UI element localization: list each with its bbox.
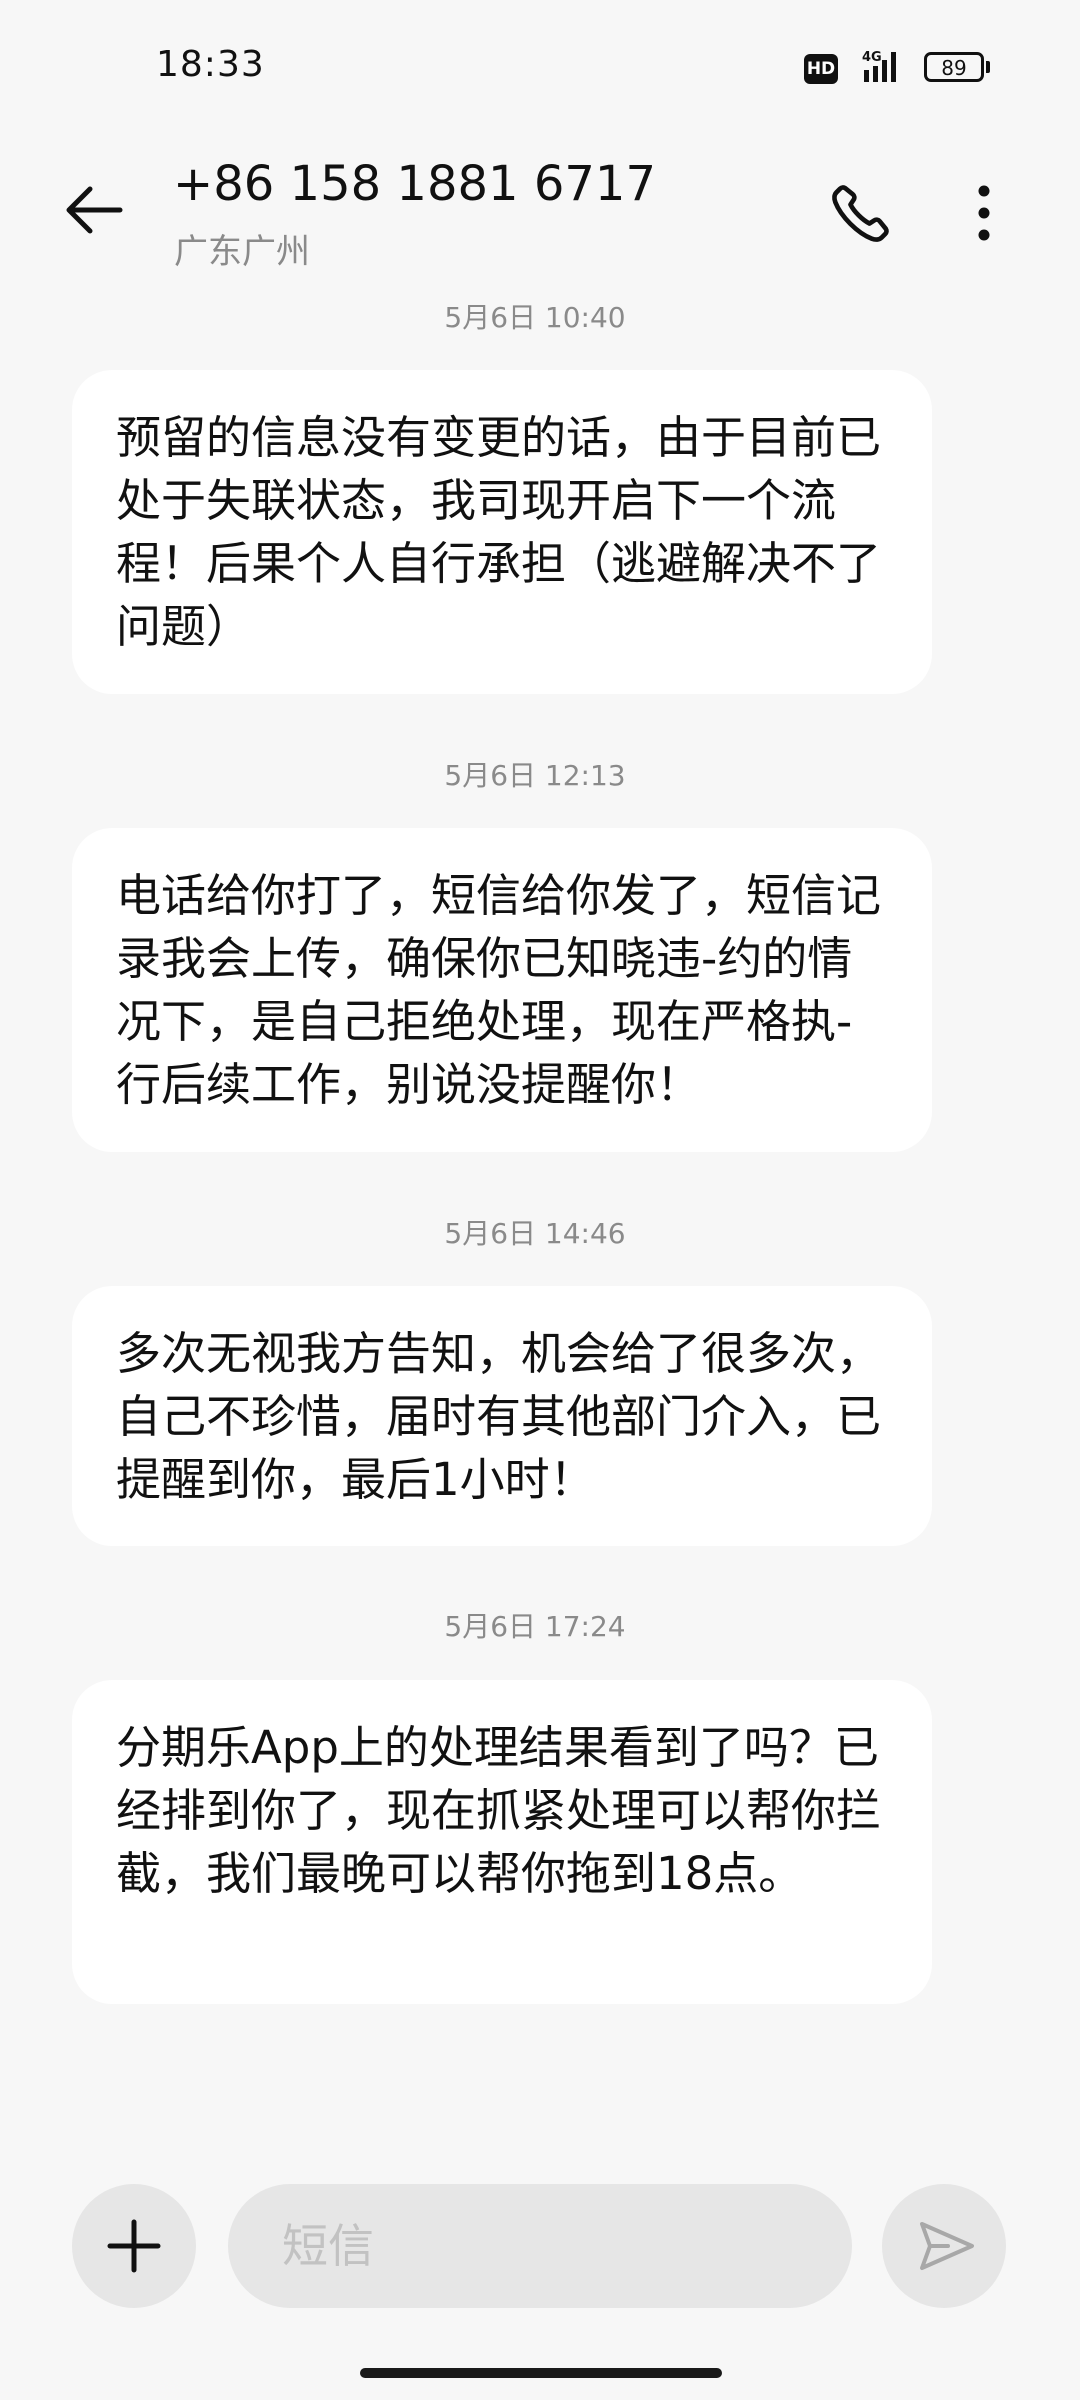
message-timestamp: 5月6日 10:40	[444, 301, 626, 334]
more-vertical-icon	[978, 185, 990, 241]
more-options-button[interactable]	[960, 178, 1008, 248]
message-bubble[interactable]: 预留的信息没有变更的话，由于目前已处于失联状态，我司现开启下一个流程！后果个人自…	[72, 370, 932, 694]
back-button[interactable]	[60, 180, 130, 240]
status-bar: 18:33 HD 4G 89	[0, 0, 1080, 120]
contact-location: 广东广州	[174, 232, 310, 272]
hd-badge: HD	[804, 54, 838, 84]
signal-icon: 4G	[862, 50, 896, 82]
message-bubble[interactable]: 电话给你打了，短信给你发了，短信记录我会上传，确保你已知晓违-约的情况下，是自己…	[72, 828, 932, 1152]
send-icon	[920, 2222, 974, 2270]
plus-icon	[107, 2219, 161, 2273]
call-button[interactable]	[826, 178, 896, 248]
contact-number: +86 158 1881 6717	[173, 156, 656, 212]
battery-nub	[986, 61, 990, 73]
arrow-left-icon	[66, 186, 123, 234]
message-bubble[interactable]: 分期乐App上的处理结果看到了吗？已经排到你了，现在抓紧处理可以帮你拦截，我们最…	[72, 1680, 932, 2004]
message-timestamp: 5月6日 17:24	[444, 1610, 626, 1643]
phone-icon	[832, 185, 889, 242]
add-attachment-button[interactable]	[72, 2184, 196, 2308]
home-indicator[interactable]	[360, 2368, 722, 2378]
message-bubble[interactable]: 多次无视我方告知，机会给了很多次，自己不珍惜，届时有其他部门介入，已提醒到你，最…	[72, 1286, 932, 1546]
send-button[interactable]	[882, 2184, 1006, 2308]
battery-icon: 89	[924, 52, 984, 82]
message-input[interactable]: 短信	[228, 2184, 852, 2308]
message-timestamp: 5月6日 12:13	[444, 759, 626, 792]
battery-level: 89	[941, 56, 967, 80]
status-time: 18:33	[156, 44, 265, 85]
network-label: 4G	[862, 50, 882, 65]
message-timestamp: 5月6日 14:46	[444, 1217, 626, 1250]
